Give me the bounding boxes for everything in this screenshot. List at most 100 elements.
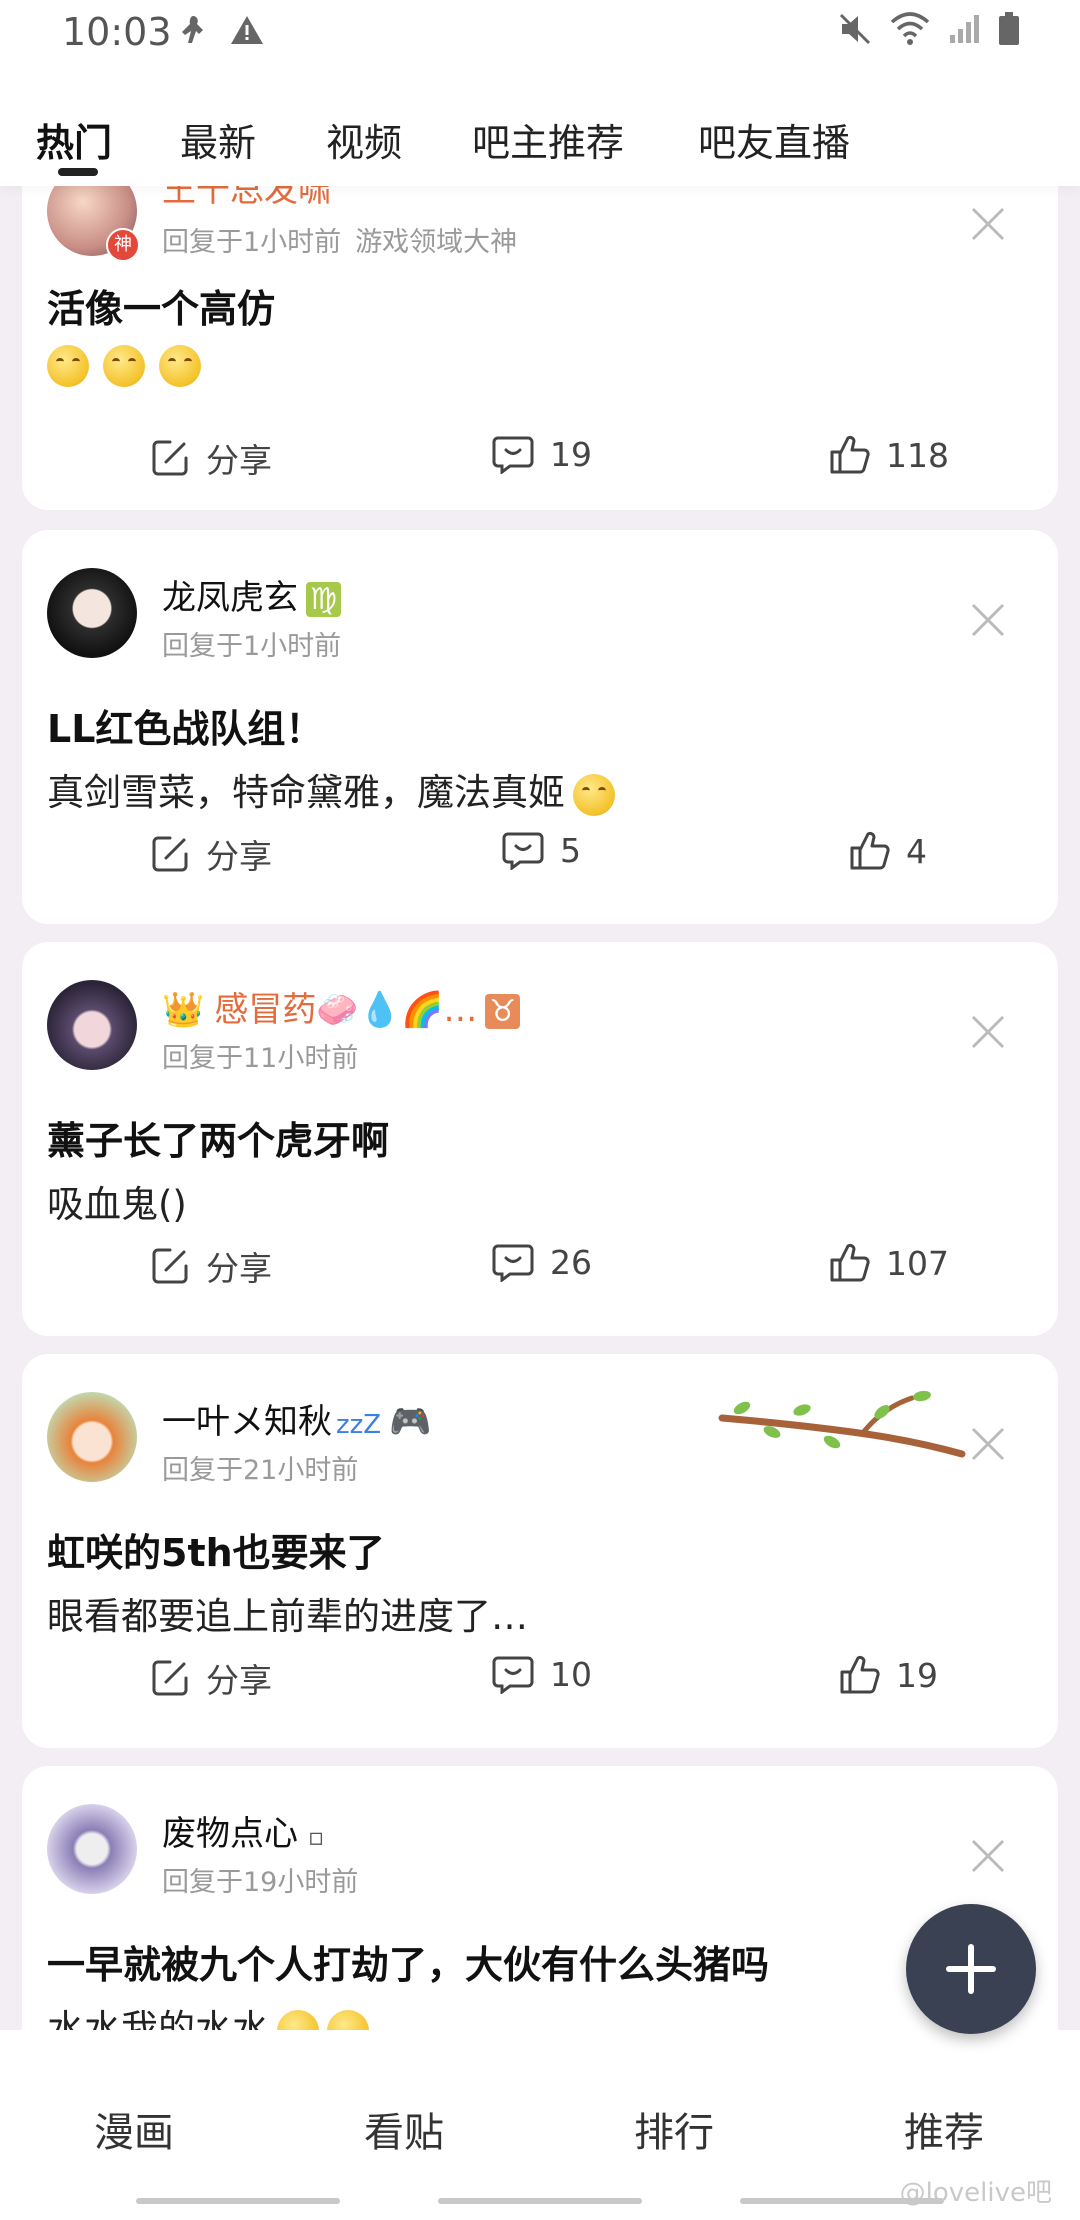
comment-icon bbox=[492, 436, 534, 474]
share-label: 分享 bbox=[206, 441, 272, 480]
like-count: 19 bbox=[896, 1655, 938, 1695]
comment-button[interactable]: 19 bbox=[492, 434, 592, 474]
share-label: 分享 bbox=[206, 1249, 272, 1288]
post-feed[interactable]: 神 王千总发啸 回复于1小时前 游戏领域大神 活像一个高仿 分享 19 118 龙… bbox=[0, 186, 1080, 2030]
close-icon[interactable] bbox=[970, 1014, 1006, 1050]
like-count: 118 bbox=[886, 435, 949, 475]
comment-count: 19 bbox=[550, 434, 592, 474]
like-count: 107 bbox=[886, 1243, 949, 1283]
zodiac-badge: ♉ bbox=[485, 994, 521, 1029]
mute-icon bbox=[839, 13, 871, 45]
close-icon[interactable] bbox=[970, 206, 1006, 242]
post-body: 吸血鬼() bbox=[47, 1183, 187, 1226]
username[interactable]: 一叶メ知秋 zzZ 🎮 bbox=[162, 1394, 431, 1443]
share-button[interactable]: 分享 bbox=[150, 1654, 272, 1702]
like-count: 4 bbox=[906, 831, 927, 871]
username[interactable]: 王千总发啸 bbox=[162, 186, 332, 211]
notification-app-icon bbox=[182, 16, 203, 43]
comment-button[interactable]: 26 bbox=[492, 1242, 592, 1282]
comment-count: 26 bbox=[550, 1242, 592, 1282]
status-bar: 10:03 bbox=[0, 0, 1080, 68]
reply-meta: 回复于21小时前 bbox=[162, 1455, 359, 1486]
avatar[interactable] bbox=[47, 568, 137, 658]
post-title[interactable]: LL红色战队组！ bbox=[47, 698, 323, 753]
battery-icon bbox=[999, 12, 1019, 45]
comment-button[interactable]: 10 bbox=[492, 1654, 592, 1694]
sleep-glyph: zzZ bbox=[336, 1410, 382, 1440]
close-icon[interactable] bbox=[970, 1838, 1006, 1874]
nav-recommend[interactable]: 推荐 bbox=[904, 2100, 984, 2158]
comment-icon bbox=[502, 832, 544, 870]
post-title[interactable]: 活像一个高仿 bbox=[47, 278, 275, 333]
post-card[interactable]: 👑 感冒药🧼💧🌈… ♉ 回复于11小时前 薰子长了两个虎牙啊 吸血鬼() 分享 26… bbox=[22, 942, 1058, 1336]
like-button[interactable]: 118 bbox=[828, 434, 949, 476]
share-icon bbox=[152, 1248, 188, 1284]
avatar[interactable] bbox=[47, 1804, 137, 1894]
reply-meta: 回复于11小时前 bbox=[162, 1043, 359, 1074]
reply-meta: 回复于19小时前 bbox=[162, 1867, 359, 1898]
like-button[interactable]: 107 bbox=[828, 1242, 949, 1284]
crying-emoji-icon bbox=[327, 2009, 369, 2030]
post-title[interactable]: 虹咲的5th也要来了 bbox=[47, 1522, 385, 1577]
post-card[interactable]: 龙凤虎玄 ♍ 回复于1小时前 LL红色战队组！ 真剑雪菜，特命黛雅，魔法真姬 分享… bbox=[22, 530, 1058, 924]
create-post-button[interactable] bbox=[906, 1904, 1036, 2034]
nav-ranking[interactable]: 排行 bbox=[634, 2100, 714, 2158]
post-card[interactable]: 神 王千总发啸 回复于1小时前 游戏领域大神 活像一个高仿 分享 19 118 bbox=[22, 186, 1058, 510]
smile-emoji-icon bbox=[103, 344, 145, 387]
nav-comics[interactable]: 漫画 bbox=[94, 2100, 174, 2158]
share-icon bbox=[152, 1660, 188, 1696]
crying-emoji-icon bbox=[277, 2009, 319, 2030]
comment-button[interactable]: 5 bbox=[502, 830, 581, 870]
gesture-bar bbox=[136, 2198, 340, 2204]
square-badge-icon: ▫ bbox=[308, 1823, 325, 1851]
smile-emoji-icon bbox=[573, 773, 615, 816]
post-card[interactable]: 一叶メ知秋 zzZ 🎮 回复于21小时前 虹咲的5th也要来了 眼看都要追上前辈的进… bbox=[22, 1354, 1058, 1748]
active-tab-indicator bbox=[58, 168, 98, 176]
share-button[interactable]: 分享 bbox=[150, 830, 272, 878]
post-title[interactable]: 薰子长了两个虎牙啊 bbox=[47, 1110, 389, 1165]
like-button[interactable]: 19 bbox=[838, 1654, 938, 1696]
post-title[interactable]: 一早就被九个人打劫了，大伙有什么头猪吗 bbox=[47, 1934, 769, 1989]
nav-posts[interactable]: 看贴 bbox=[364, 2100, 444, 2158]
tab-live[interactable]: 吧友直播 bbox=[698, 112, 850, 167]
branch-decoration-icon bbox=[718, 1390, 966, 1458]
signal-icon bbox=[950, 15, 979, 43]
tab-bar: 热门 最新 视频 吧主推荐 吧友直播 bbox=[0, 68, 1080, 186]
warning-icon bbox=[231, 16, 263, 44]
tab-latest[interactable]: 最新 bbox=[180, 112, 256, 167]
comment-count: 10 bbox=[550, 1654, 592, 1694]
close-icon[interactable] bbox=[970, 602, 1006, 638]
status-time: 10:03 bbox=[62, 10, 172, 54]
smile-emoji-icon bbox=[47, 344, 89, 387]
share-icon bbox=[152, 836, 188, 872]
share-button[interactable]: 分享 bbox=[150, 1242, 272, 1290]
share-label: 分享 bbox=[206, 1661, 272, 1700]
zodiac-badge: ♍ bbox=[306, 582, 341, 617]
username[interactable]: 👑 感冒药🧼💧🌈… ♉ bbox=[162, 982, 521, 1031]
watermark: @lovelive吧 bbox=[899, 2178, 1052, 2208]
avatar[interactable] bbox=[47, 1392, 137, 1482]
tab-video[interactable]: 视频 bbox=[326, 112, 402, 167]
status-left-icons bbox=[178, 14, 264, 48]
share-icon bbox=[152, 440, 188, 476]
reply-meta: 回复于1小时前 bbox=[162, 631, 342, 662]
share-label: 分享 bbox=[206, 837, 272, 876]
close-icon[interactable] bbox=[970, 1426, 1006, 1462]
status-right-icons bbox=[838, 12, 1020, 46]
avatar[interactable] bbox=[47, 980, 137, 1070]
reply-meta: 回复于1小时前 游戏领域大神 bbox=[162, 227, 518, 258]
username[interactable]: 废物点心 ▫ bbox=[162, 1806, 324, 1855]
post-actions: 分享 26 107 bbox=[22, 1242, 1058, 1302]
post-card[interactable]: 废物点心 ▫ 回复于19小时前 一早就被九个人打劫了，大伙有什么头猪吗 水水我的水… bbox=[22, 1766, 1058, 2030]
tab-moderator-picks[interactable]: 吧主推荐 bbox=[472, 112, 624, 167]
like-button[interactable]: 4 bbox=[848, 830, 927, 872]
post-body: 真剑雪菜，特命黛雅，魔法真姬 bbox=[47, 762, 629, 816]
thumbs-up-icon bbox=[830, 435, 870, 474]
thumbs-up-icon bbox=[840, 1655, 880, 1694]
username[interactable]: 龙凤虎玄 ♍ bbox=[162, 570, 341, 619]
share-button[interactable]: 分享 bbox=[150, 434, 272, 482]
thumbs-up-icon bbox=[830, 1243, 870, 1282]
post-actions: 分享 5 4 bbox=[22, 830, 1058, 890]
tab-hot[interactable]: 热门 bbox=[36, 112, 112, 167]
comment-count: 5 bbox=[560, 830, 581, 870]
